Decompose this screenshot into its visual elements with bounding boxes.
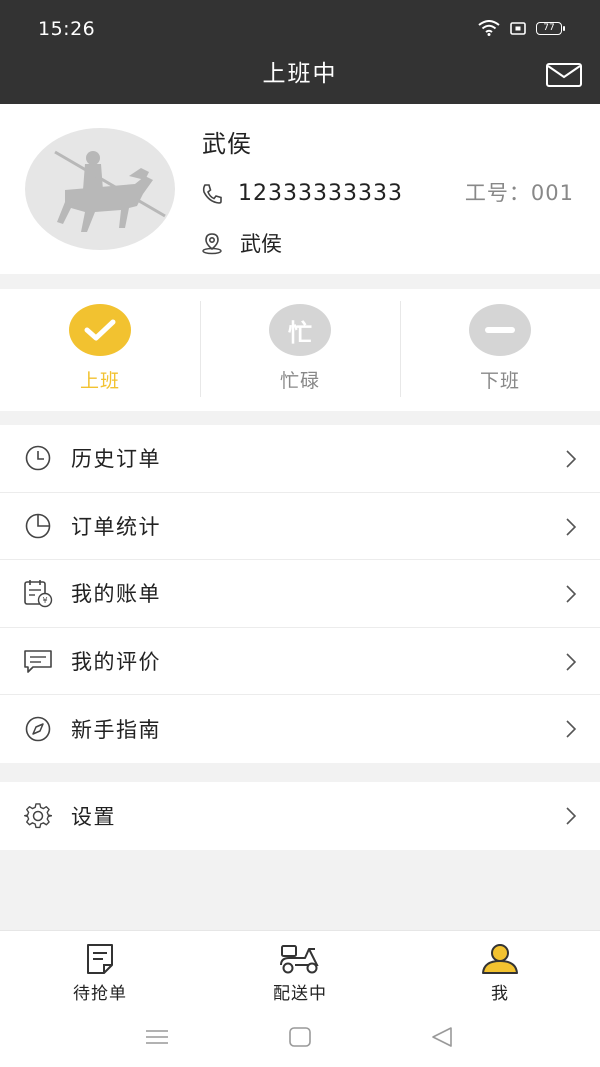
location-icon [202, 233, 222, 255]
profile-card: 武侯 12333333333 工号：001 武侯 [0, 104, 600, 274]
sim-icon [510, 21, 526, 35]
address-text: 武侯 [240, 232, 282, 256]
menu-item-settings[interactable]: 设置 [0, 782, 600, 850]
menu-item-label: 新手指南 [71, 718, 161, 743]
mail-icon[interactable] [546, 63, 582, 87]
status-icons: 77 [478, 20, 565, 36]
status-option-on-duty[interactable]: 上班 [0, 289, 200, 411]
menu-item-history-orders[interactable]: 历史订单 [0, 425, 600, 493]
chevron-right-icon [566, 585, 577, 603]
bill-icon: ¥ [23, 578, 53, 608]
status-bar: 15:26 77 [0, 0, 600, 58]
avatar[interactable] [25, 128, 175, 250]
compass-icon [23, 714, 53, 744]
comment-icon [23, 646, 53, 676]
app-header: 上班中 [0, 58, 600, 104]
chevron-right-icon [566, 450, 577, 468]
back-icon[interactable] [430, 1026, 454, 1048]
chevron-right-icon [566, 518, 577, 536]
page-title: 上班中 [262, 61, 338, 87]
tab-pending-orders[interactable]: 待抢单 [0, 931, 200, 1008]
tab-label: 我 [491, 984, 509, 1004]
status-option-off-duty[interactable]: 下班 [400, 289, 600, 411]
menu-item-my-bills[interactable]: ¥ 我的账单 [0, 560, 600, 628]
scooter-icon [200, 941, 400, 975]
user-icon [400, 941, 600, 975]
status-label-off-duty: 下班 [479, 370, 520, 392]
chevron-right-icon [566, 720, 577, 738]
menu-item-beginner-guide[interactable]: 新手指南 [0, 695, 600, 763]
minus-icon [469, 304, 531, 356]
tab-label: 待抢单 [73, 984, 127, 1004]
menu-item-label: 我的账单 [71, 582, 161, 607]
status-option-busy[interactable]: 忙 忙碌 [200, 289, 400, 411]
menu-list: 历史订单 订单统计 ¥ 我的账单 我的评价 新手指南 [0, 425, 600, 763]
gear-icon [23, 801, 53, 831]
busy-icon: 忙 [269, 304, 331, 356]
status-time: 15:26 [38, 18, 96, 40]
home-icon[interactable] [288, 1026, 312, 1048]
document-icon [0, 941, 200, 975]
phone-number: 12333333333 [238, 181, 403, 206]
tab-me[interactable]: 我 [400, 931, 600, 1008]
battery-icon: 77 [536, 21, 565, 35]
bottom-tab-bar: 待抢单 配送中 我 [0, 930, 600, 1008]
phone-icon [202, 183, 222, 204]
pie-chart-icon [23, 511, 53, 541]
work-status-panel: 上班 忙 忙碌 下班 [0, 289, 600, 411]
tab-delivering[interactable]: 配送中 [200, 931, 400, 1008]
menu-item-label: 我的评价 [71, 650, 161, 675]
address-row: 武侯 [200, 228, 282, 258]
system-nav-bar [0, 1008, 600, 1067]
settings-section: 设置 [0, 782, 600, 850]
status-label-on-duty: 上班 [79, 370, 120, 392]
user-name: 武侯 [202, 130, 252, 158]
menu-item-label: 历史订单 [71, 447, 161, 472]
menu-item-label: 订单统计 [71, 514, 161, 539]
settings-label: 设置 [71, 805, 116, 829]
check-icon [69, 304, 131, 356]
knight-avatar-icon [54, 150, 166, 232]
phone-row: 12333333333 [200, 181, 403, 206]
menu-item-my-reviews[interactable]: 我的评价 [0, 628, 600, 696]
chevron-right-icon [566, 807, 577, 825]
svg-text:¥: ¥ [42, 596, 47, 605]
tab-label: 配送中 [273, 984, 327, 1004]
employee-id: 工号：001 [464, 181, 574, 205]
clock-icon [23, 443, 53, 473]
chevron-right-icon [566, 653, 577, 671]
status-label-busy: 忙碌 [279, 370, 320, 392]
menu-item-order-stats[interactable]: 订单统计 [0, 493, 600, 561]
menu-icon[interactable] [144, 1028, 170, 1046]
wifi-icon [478, 20, 500, 36]
